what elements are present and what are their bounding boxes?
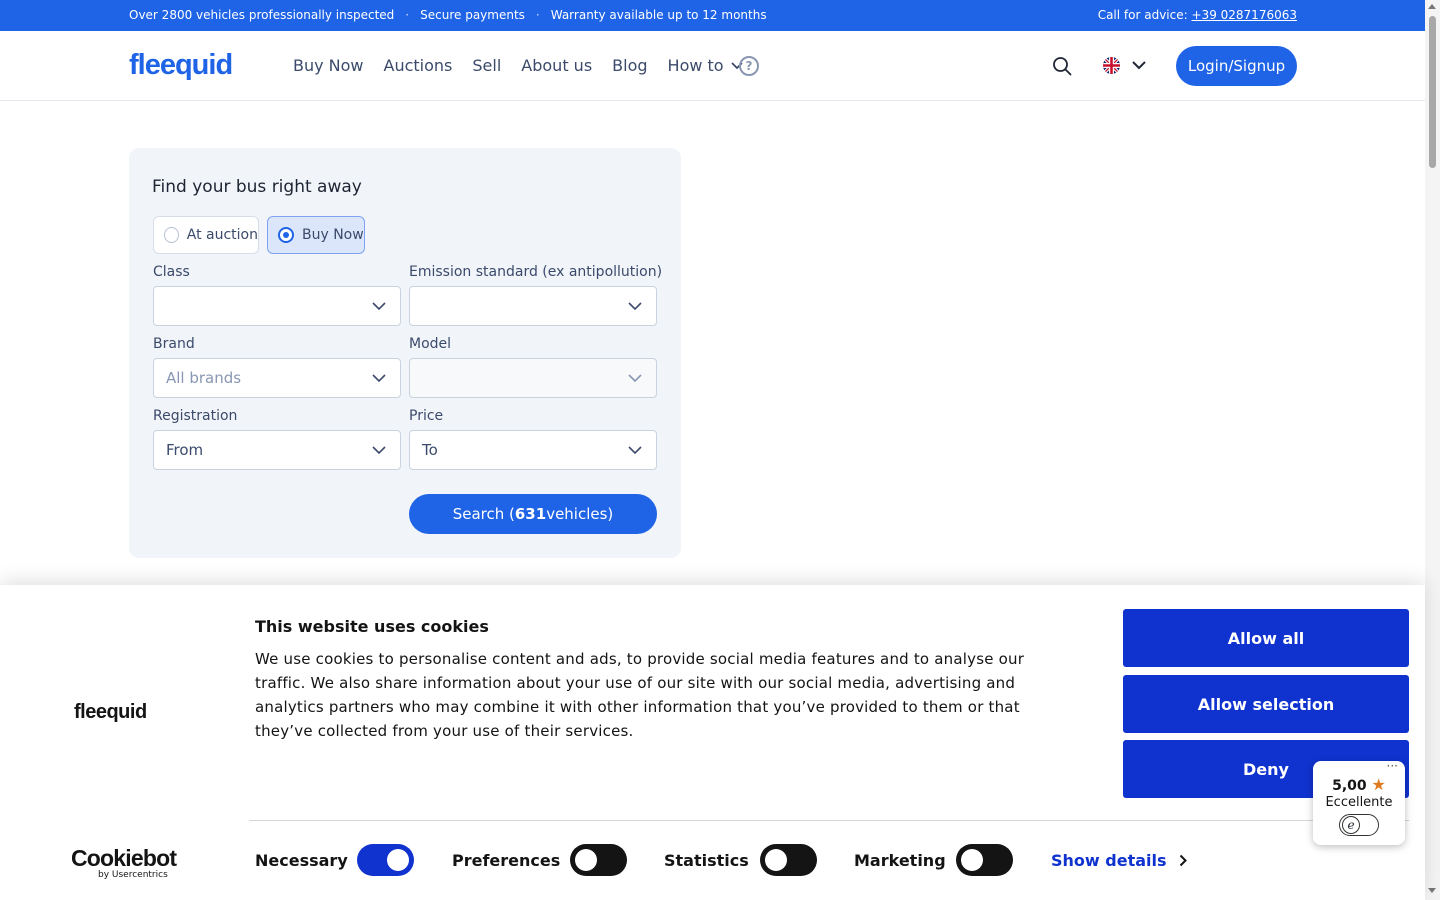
bus-search-card: Find your bus right away At auction Buy … <box>129 148 681 558</box>
nav-how-to-label: How to <box>667 56 724 75</box>
help-icon[interactable]: ? <box>739 56 759 76</box>
topbar-usps: Over 2800 vehicles professionally inspec… <box>129 8 767 22</box>
toggle-necessary[interactable] <box>357 844 414 876</box>
radio-selected-icon <box>278 227 294 243</box>
cookie-divider <box>249 820 1409 821</box>
brand-placeholder: All brands <box>166 369 242 387</box>
registration-label: Registration <box>153 408 238 424</box>
brand-select[interactable]: All brands <box>153 358 401 398</box>
cookiebot-logo: Cookiebot by Usercentrics <box>71 845 177 880</box>
vehicle-count: 631 <box>514 505 547 523</box>
mode-buy-now[interactable]: Buy Now <box>267 216 365 254</box>
nav-blog[interactable]: Blog <box>612 56 647 75</box>
rating-score: 5,00 ★ <box>1313 775 1405 794</box>
show-details-link[interactable]: Show details <box>1051 851 1187 870</box>
model-select[interactable] <box>409 358 657 398</box>
brand-label: Brand <box>153 336 195 352</box>
rating-label: Eccellente <box>1325 795 1393 810</box>
toggle-marketing[interactable] <box>956 844 1013 876</box>
main-header: fleequid Buy Now Auctions Sell About us … <box>0 31 1425 101</box>
language-chevron-down-icon[interactable] <box>1131 59 1147 71</box>
topbar-advice: Call for advice: +39 0287176063 <box>1098 8 1297 22</box>
login-signup-button[interactable]: Login/Signup <box>1176 46 1297 86</box>
phone-link[interactable]: +39 0287176063 <box>1192 8 1298 22</box>
cookie-text: We use cookies to personalise content an… <box>255 650 1025 740</box>
nav-sell[interactable]: Sell <box>472 56 501 75</box>
chevron-down-icon <box>628 302 642 311</box>
trust-badge: e <box>1339 814 1379 836</box>
class-select[interactable] <box>153 286 401 326</box>
toggle-preferences[interactable] <box>570 844 627 876</box>
show-details-label: Show details <box>1051 851 1167 870</box>
usp-inspected: Over 2800 vehicles professionally inspec… <box>129 8 395 22</box>
search-title: Find your bus right away <box>152 177 362 197</box>
toggle-label-statistics: Statistics <box>664 851 749 870</box>
mode-at-auction[interactable]: At auction <box>153 216 259 254</box>
emission-label: Emission standard (ex antipollution) <box>409 264 663 280</box>
price-to-select[interactable]: To <box>409 430 657 470</box>
scroll-down-arrow-icon[interactable] <box>1428 888 1436 893</box>
mode-label: Buy Now <box>302 227 364 243</box>
price-label: Price <box>409 408 444 424</box>
usp-warranty: Warranty available up to 12 months <box>550 8 767 22</box>
rating-score-value: 5,00 <box>1332 778 1367 794</box>
cookie-banner-logo: fleequid <box>74 701 147 723</box>
toggle-statistics[interactable] <box>760 844 817 876</box>
chevron-right-icon <box>1179 854 1187 867</box>
chevron-down-icon <box>372 446 386 455</box>
class-label: Class <box>153 264 190 280</box>
scroll-up-arrow-icon[interactable] <box>1428 4 1436 9</box>
nav-about-us[interactable]: About us <box>521 56 592 75</box>
cookie-consent-banner: fleequid This website uses cookies We us… <box>0 585 1425 900</box>
search-button-suffix: vehicles) <box>546 505 614 523</box>
uk-flag-icon[interactable] <box>1103 57 1120 74</box>
radio-icon <box>164 227 179 243</box>
page-scrollbar[interactable] <box>1425 0 1440 900</box>
chevron-down-icon <box>372 302 386 311</box>
nav-buy-now[interactable]: Buy Now <box>293 56 364 75</box>
usp-separator: · <box>405 8 410 22</box>
toggle-label-preferences: Preferences <box>452 851 561 870</box>
chevron-down-icon <box>628 374 642 383</box>
rating-widget[interactable]: ··· 5,00 ★ Eccellente e <box>1313 759 1405 845</box>
usp-payments: Secure payments <box>420 8 525 22</box>
mode-label: At auction <box>186 227 258 243</box>
star-icon: ★ <box>1371 775 1386 794</box>
emission-select[interactable] <box>409 286 657 326</box>
model-label: Model <box>409 336 452 352</box>
usp-separator: · <box>535 8 540 22</box>
toggle-label-marketing: Marketing <box>854 851 946 870</box>
toggle-label-necessary: Necessary <box>255 851 348 870</box>
registration-from-select[interactable]: From <box>153 430 401 470</box>
price-value: To <box>422 441 438 459</box>
search-vehicles-button[interactable]: Search (631 vehicles) <box>409 494 657 534</box>
chevron-down-icon <box>372 374 386 383</box>
allow-selection-button[interactable]: Allow selection <box>1123 675 1409 733</box>
cookiebot-sub: by Usercentrics <box>98 870 168 880</box>
registration-value: From <box>166 441 204 459</box>
search-icon[interactable] <box>1052 56 1072 76</box>
advice-label: Call for advice: <box>1097 8 1188 22</box>
search-button-prefix: Search ( <box>452 505 515 523</box>
main-nav: Buy Now Auctions Sell About us Blog How … <box>293 56 744 75</box>
cookie-title: This website uses cookies <box>255 617 489 636</box>
allow-all-button[interactable]: Allow all <box>1123 609 1409 667</box>
cookiebot-name: Cookiebot <box>71 845 177 871</box>
trust-badge-icon: e <box>1342 816 1360 834</box>
nav-auctions[interactable]: Auctions <box>384 56 453 75</box>
site-logo[interactable]: fleequid <box>129 49 233 82</box>
rating-more-icon[interactable]: ··· <box>1387 759 1398 773</box>
chevron-down-icon <box>628 446 642 455</box>
scroll-thumb[interactable] <box>1429 16 1436 168</box>
nav-how-to[interactable]: How to <box>668 56 744 75</box>
top-info-bar: Over 2800 vehicles professionally inspec… <box>0 0 1425 31</box>
